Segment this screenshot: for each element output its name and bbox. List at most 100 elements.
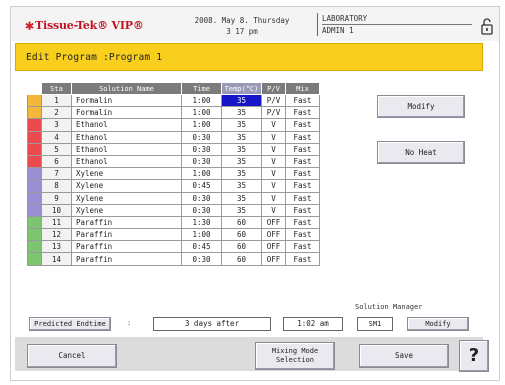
temperature-cell[interactable]: 60 xyxy=(221,240,262,254)
pv-cell[interactable]: P/V xyxy=(261,93,286,108)
mix-cell[interactable]: Fast xyxy=(285,179,320,193)
modify-button[interactable]: Modify xyxy=(377,95,465,118)
pv-cell[interactable]: V xyxy=(261,191,286,205)
help-button[interactable]: ? xyxy=(459,340,489,372)
time-cell[interactable]: 1:00 xyxy=(181,93,222,108)
time-cell[interactable]: 0:45 xyxy=(181,240,222,254)
time-cell[interactable]: 0:30 xyxy=(181,154,222,169)
temperature-cell[interactable]: 35 xyxy=(221,191,262,205)
table-row[interactable]: 6 Ethanol 0:30 35 V Fast xyxy=(27,154,320,169)
pv-cell[interactable]: V xyxy=(261,167,286,181)
time-cell[interactable]: 0:30 xyxy=(181,203,222,217)
column-header-mix: Mix xyxy=(285,82,320,95)
column-header-solution-name: Solution Name xyxy=(71,82,182,95)
pv-cell[interactable]: V xyxy=(261,142,286,156)
solution-manager-field[interactable]: SM1 xyxy=(357,317,393,331)
solution-name-cell[interactable]: Ethanol xyxy=(71,118,182,132)
table-row[interactable]: 7 Xylene 1:00 35 V Fast xyxy=(27,167,320,181)
pv-cell[interactable]: OFF xyxy=(261,252,286,266)
solution-name-cell[interactable]: Paraffin xyxy=(71,252,182,266)
temperature-cell[interactable]: 60 xyxy=(221,228,262,242)
temperature-cell[interactable]: 35 xyxy=(221,179,262,193)
time-cell[interactable]: 1:00 xyxy=(181,118,222,132)
column-header-sta: Sta xyxy=(41,82,72,95)
solution-name-cell[interactable]: Paraffin xyxy=(71,228,182,242)
solution-name-cell[interactable]: Paraffin xyxy=(71,240,182,254)
solution-name-cell[interactable]: Paraffin xyxy=(71,215,182,230)
table-row[interactable]: 2 Formalin 1:00 35 P/V Fast xyxy=(27,106,320,120)
table-row[interactable]: 13 Paraffin 0:45 60 OFF Fast xyxy=(27,240,320,254)
table-row[interactable]: 1 Formalin 1:00 35 P/V Fast xyxy=(27,93,320,108)
mix-cell[interactable]: Fast xyxy=(285,167,320,181)
temperature-cell[interactable]: 35 xyxy=(221,106,262,120)
time-cell[interactable]: 0:30 xyxy=(181,130,222,144)
temperature-cell[interactable]: 60 xyxy=(221,252,262,266)
table-header-row: Sta Solution Name Time Temp(°C) P/V Mix xyxy=(27,82,320,95)
table-row[interactable]: 11 Paraffin 1:30 60 OFF Fast xyxy=(27,215,320,230)
pv-cell[interactable]: OFF xyxy=(261,228,286,242)
time-cell[interactable]: 1:30 xyxy=(181,215,222,230)
pv-cell[interactable]: V xyxy=(261,118,286,132)
temperature-cell[interactable]: 35 xyxy=(221,203,262,217)
pv-cell[interactable]: V xyxy=(261,203,286,217)
pv-cell[interactable]: V xyxy=(261,154,286,169)
mix-cell[interactable]: Fast xyxy=(285,93,320,108)
no-heat-button[interactable]: No Heat xyxy=(377,141,465,164)
mix-cell[interactable]: Fast xyxy=(285,154,320,169)
temperature-cell[interactable]: 35 xyxy=(221,142,262,156)
mix-cell[interactable]: Fast xyxy=(285,142,320,156)
pv-cell[interactable]: V xyxy=(261,130,286,144)
pv-cell[interactable]: V xyxy=(261,179,286,193)
temperature-cell[interactable]: 35 xyxy=(221,130,262,144)
temperature-cell[interactable]: 35 xyxy=(221,118,262,132)
solution-name-cell[interactable]: Xylene xyxy=(71,179,182,193)
time-cell[interactable]: 1:00 xyxy=(181,228,222,242)
pv-cell[interactable]: OFF xyxy=(261,215,286,230)
solution-name-cell[interactable]: Ethanol xyxy=(71,130,182,144)
temperature-cell[interactable]: 35 xyxy=(221,167,262,181)
mix-cell[interactable]: Fast xyxy=(285,118,320,132)
solution-name-cell[interactable]: Formalin xyxy=(71,106,182,120)
time-cell[interactable]: 0:45 xyxy=(181,179,222,193)
mix-cell[interactable]: Fast xyxy=(285,191,320,205)
time-cell[interactable]: 0:30 xyxy=(181,252,222,266)
time-cell[interactable]: 0:30 xyxy=(181,142,222,156)
table-row[interactable]: 3 Ethanol 1:00 35 V Fast xyxy=(27,118,320,132)
table-row[interactable]: 10 Xylene 0:30 35 V Fast xyxy=(27,203,320,217)
time-cell[interactable]: 1:00 xyxy=(181,106,222,120)
solution-name-cell[interactable]: Xylene xyxy=(71,203,182,217)
temperature-cell[interactable]: 35 xyxy=(221,154,262,169)
table-row[interactable]: 14 Paraffin 0:30 60 OFF Fast xyxy=(27,252,320,266)
solution-name-cell[interactable]: Ethanol xyxy=(71,142,182,156)
mix-cell[interactable]: Fast xyxy=(285,203,320,217)
mix-cell[interactable]: Fast xyxy=(285,106,320,120)
station-color-swatch xyxy=(27,252,42,266)
solution-name-cell[interactable]: Ethanol xyxy=(71,154,182,169)
solution-name-cell[interactable]: Formalin xyxy=(71,93,182,108)
save-button[interactable]: Save xyxy=(359,344,449,368)
temperature-cell[interactable]: 60 xyxy=(221,215,262,230)
solution-manager-modify-button[interactable]: Modify xyxy=(407,317,469,331)
mix-cell[interactable]: Fast xyxy=(285,215,320,230)
table-row[interactable]: 4 Ethanol 0:30 35 V Fast xyxy=(27,130,320,144)
predicted-time-field: 1:02 am xyxy=(283,317,343,331)
mix-cell[interactable]: Fast xyxy=(285,252,320,266)
cancel-button[interactable]: Cancel xyxy=(27,344,117,368)
table-row[interactable]: 5 Ethanol 0:30 35 V Fast xyxy=(27,142,320,156)
solution-name-cell[interactable]: Xylene xyxy=(71,191,182,205)
predicted-endtime-button[interactable]: Predicted Endtime xyxy=(29,317,111,331)
pv-cell[interactable]: OFF xyxy=(261,240,286,254)
solution-name-cell[interactable]: Xylene xyxy=(71,167,182,181)
mix-cell[interactable]: Fast xyxy=(285,228,320,242)
table-row[interactable]: 12 Paraffin 1:00 60 OFF Fast xyxy=(27,228,320,242)
mix-cell[interactable]: Fast xyxy=(285,240,320,254)
pv-cell[interactable]: P/V xyxy=(261,106,286,120)
mix-cell[interactable]: Fast xyxy=(285,130,320,144)
temperature-cell[interactable]: 35 xyxy=(221,93,262,108)
time-cell[interactable]: 1:00 xyxy=(181,167,222,181)
time-cell[interactable]: 0:30 xyxy=(181,191,222,205)
lock-icon[interactable] xyxy=(479,17,495,35)
mixing-mode-selection-button[interactable]: Mixing Mode Selection xyxy=(255,342,335,370)
table-row[interactable]: 8 Xylene 0:45 35 V Fast xyxy=(27,179,320,193)
table-row[interactable]: 9 Xylene 0:30 35 V Fast xyxy=(27,191,320,205)
